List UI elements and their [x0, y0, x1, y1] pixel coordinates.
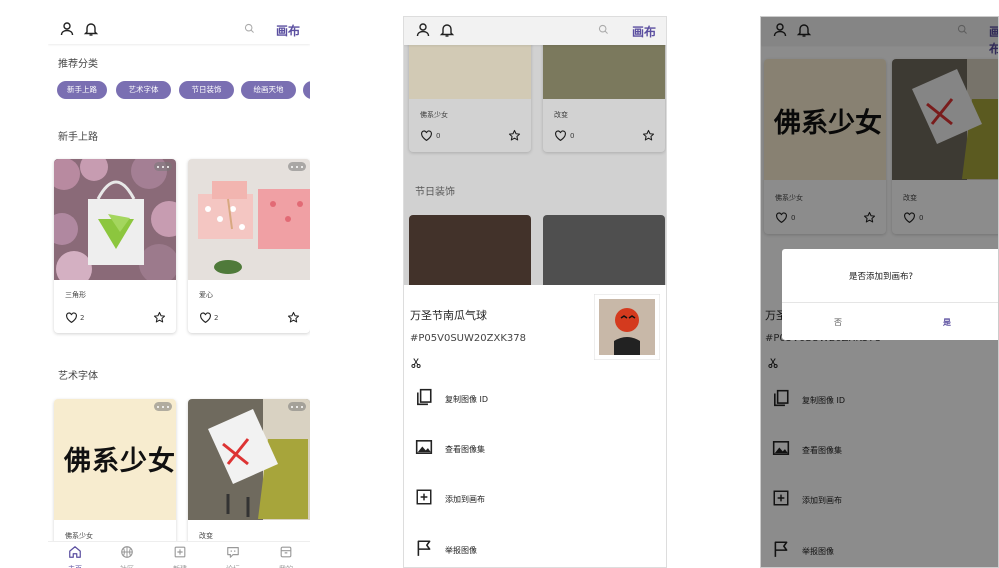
- user-icon[interactable]: [59, 21, 75, 37]
- star-icon[interactable]: [153, 311, 166, 324]
- heart-icon[interactable]: [199, 311, 212, 324]
- section-title-beginner: 新手上路: [58, 132, 98, 143]
- nav-community[interactable]: 社区: [107, 544, 147, 568]
- image-gift-hearts[interactable]: [188, 159, 310, 280]
- basketball-icon: [120, 545, 134, 559]
- detail-screen: 佛系少女 0 改变 0 节日装饰 画布 万圣节南瓜气球 #P05V0SUW20Z…: [403, 16, 667, 568]
- more-options-icon[interactable]: [288, 162, 306, 171]
- image-card[interactable]: 佛系少女 佛系少女: [54, 399, 176, 559]
- search-icon[interactable]: [597, 23, 610, 36]
- dialog-no-button[interactable]: 否: [834, 317, 842, 328]
- action-copy-id[interactable]: 复制图像 ID: [445, 394, 488, 405]
- flag-icon[interactable]: [415, 539, 433, 557]
- chip-more[interactable]: [303, 81, 310, 99]
- chat-icon: [226, 545, 240, 559]
- image-card[interactable]: 改变: [188, 399, 310, 559]
- like-count: 2: [80, 314, 85, 322]
- confirm-screen: 画布 佛系少女 佛系少女 0 改变 0 万圣节南瓜气球 #P05V0SUW20Z…: [760, 16, 999, 568]
- home-icon: [68, 545, 82, 559]
- nav-profile[interactable]: 我的: [266, 544, 306, 568]
- image-card[interactable]: 三角形 2: [54, 159, 176, 333]
- card-caption: 爱心: [199, 291, 213, 299]
- top-bar: 画布: [48, 16, 310, 44]
- search-icon[interactable]: [243, 22, 256, 35]
- dialog-question: 是否添加到画布?: [848, 272, 913, 282]
- nav-home[interactable]: 主页: [55, 544, 95, 568]
- image-code: #P05V0SUW20ZXK378: [410, 333, 526, 344]
- dialog-divider: [782, 302, 998, 303]
- bell-icon[interactable]: [83, 21, 99, 37]
- nav-forum[interactable]: 论坛: [213, 544, 253, 568]
- more-options-icon[interactable]: [288, 402, 306, 411]
- copy-icon[interactable]: [415, 388, 433, 406]
- background-feed: 佛系少女 0 改变 0 节日装饰: [404, 17, 666, 285]
- bottom-nav: 主页 社区 新建 论坛 我的: [48, 541, 310, 568]
- box-icon: [279, 545, 293, 559]
- image-card[interactable]: 爱心 2: [188, 159, 310, 333]
- scissors-icon[interactable]: [410, 357, 422, 369]
- action-view-gallery[interactable]: 查看图像集: [445, 444, 485, 455]
- action-add-to-canvas[interactable]: 添加到画布: [445, 494, 485, 505]
- chip-art-fonts[interactable]: 艺术字体: [116, 81, 171, 99]
- more-options-icon[interactable]: [154, 402, 172, 411]
- like-count: 2: [214, 314, 219, 322]
- chip-festival[interactable]: 节日装饰: [179, 81, 234, 99]
- card-caption: 改变: [199, 532, 213, 540]
- image-tote-triangle[interactable]: [54, 159, 176, 280]
- home-screen: 画布 推荐分类 新手上路 艺术字体 节日装饰 绘画天地 新手上路 三角形 2 爱…: [48, 16, 310, 568]
- add-box-icon[interactable]: [415, 488, 433, 506]
- card-caption: 三角形: [65, 291, 86, 299]
- user-icon[interactable]: [415, 22, 431, 38]
- bottom-sheet: 万圣节南瓜气球 #P05V0SUW20ZXK378 复制图像 ID 查看图像集 …: [404, 285, 666, 567]
- bell-icon[interactable]: [439, 22, 455, 38]
- section-title-art-fonts: 艺术字体: [58, 371, 98, 382]
- confirm-dialog: 是否添加到画布? 否 是: [782, 249, 998, 340]
- canvas-link[interactable]: 画布: [276, 22, 300, 39]
- canvas-link[interactable]: 画布: [632, 23, 656, 40]
- image-art-text[interactable]: 佛系少女: [54, 399, 176, 520]
- plus-square-icon: [173, 545, 187, 559]
- image-thumbnail[interactable]: [594, 294, 660, 360]
- chip-painting[interactable]: 绘画天地: [241, 81, 296, 99]
- action-report[interactable]: 举报图像: [445, 545, 477, 556]
- chip-beginner[interactable]: 新手上路: [57, 81, 107, 99]
- image-bag-change[interactable]: [188, 399, 310, 520]
- section-title-recommended: 推荐分类: [58, 59, 98, 70]
- dialog-yes-button[interactable]: 是: [943, 317, 951, 328]
- nav-new[interactable]: 新建: [160, 544, 200, 568]
- more-options-icon[interactable]: [154, 162, 172, 171]
- heart-icon[interactable]: [65, 311, 78, 324]
- top-bar: 画布: [404, 17, 666, 45]
- gallery-icon[interactable]: [415, 438, 433, 456]
- star-icon[interactable]: [287, 311, 300, 324]
- image-title: 万圣节南瓜气球: [410, 309, 487, 322]
- card-caption: 佛系少女: [65, 532, 93, 540]
